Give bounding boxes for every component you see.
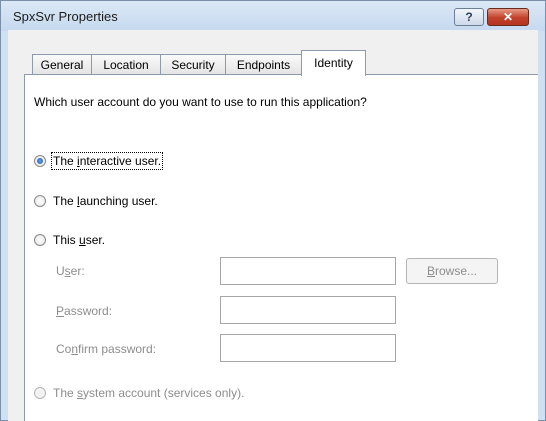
radio-button-disabled[interactable]: [34, 387, 46, 399]
radio-label: The launching user.: [53, 194, 158, 208]
tab-general[interactable]: General: [32, 54, 92, 75]
close-button[interactable]: ✕: [487, 8, 529, 26]
browse-button[interactable]: Browse...: [406, 258, 498, 284]
tab-label: Endpoints: [236, 58, 291, 72]
tab-endpoints[interactable]: Endpoints: [225, 54, 302, 75]
radio-this-user[interactable]: This user.: [34, 233, 105, 247]
radio-label: This user.: [53, 233, 106, 247]
tab-label: Location: [103, 58, 149, 72]
password-input[interactable]: [220, 296, 396, 324]
tab-location[interactable]: Location: [91, 54, 161, 75]
tab-identity[interactable]: Identity: [301, 50, 366, 76]
radio-system-account[interactable]: The system account (services only).: [34, 386, 244, 400]
tab-label: Identity: [314, 56, 353, 70]
tab-label: General: [40, 58, 84, 72]
radio-interactive-user[interactable]: The interactive user.: [34, 152, 164, 170]
confirm-password-input[interactable]: [220, 334, 396, 362]
tab-security[interactable]: Security: [160, 54, 226, 75]
radio-button[interactable]: [34, 234, 46, 246]
radio-button[interactable]: [34, 195, 46, 207]
password-label: Password:: [56, 304, 113, 318]
title-bar[interactable]: SpxSvr Properties ? ✕: [1, 1, 545, 31]
question-text: Which user account do you want to use to…: [34, 95, 367, 109]
radio-label: The system account (services only).: [53, 386, 245, 400]
radio-launching-user[interactable]: The launching user.: [34, 194, 158, 208]
confirm-password-label: Confirm password:: [56, 342, 157, 356]
identity-panel: [24, 74, 538, 421]
user-label: User:: [56, 264, 85, 278]
tab-label: Security: [171, 58, 215, 72]
help-icon: ?: [465, 10, 473, 24]
radio-button-checked[interactable]: [34, 155, 46, 167]
user-input[interactable]: [220, 257, 396, 285]
window-title: SpxSvr Properties: [13, 9, 118, 24]
radio-label: The interactive user.: [50, 152, 164, 170]
help-button[interactable]: ?: [454, 8, 484, 26]
close-icon: ✕: [502, 10, 514, 24]
